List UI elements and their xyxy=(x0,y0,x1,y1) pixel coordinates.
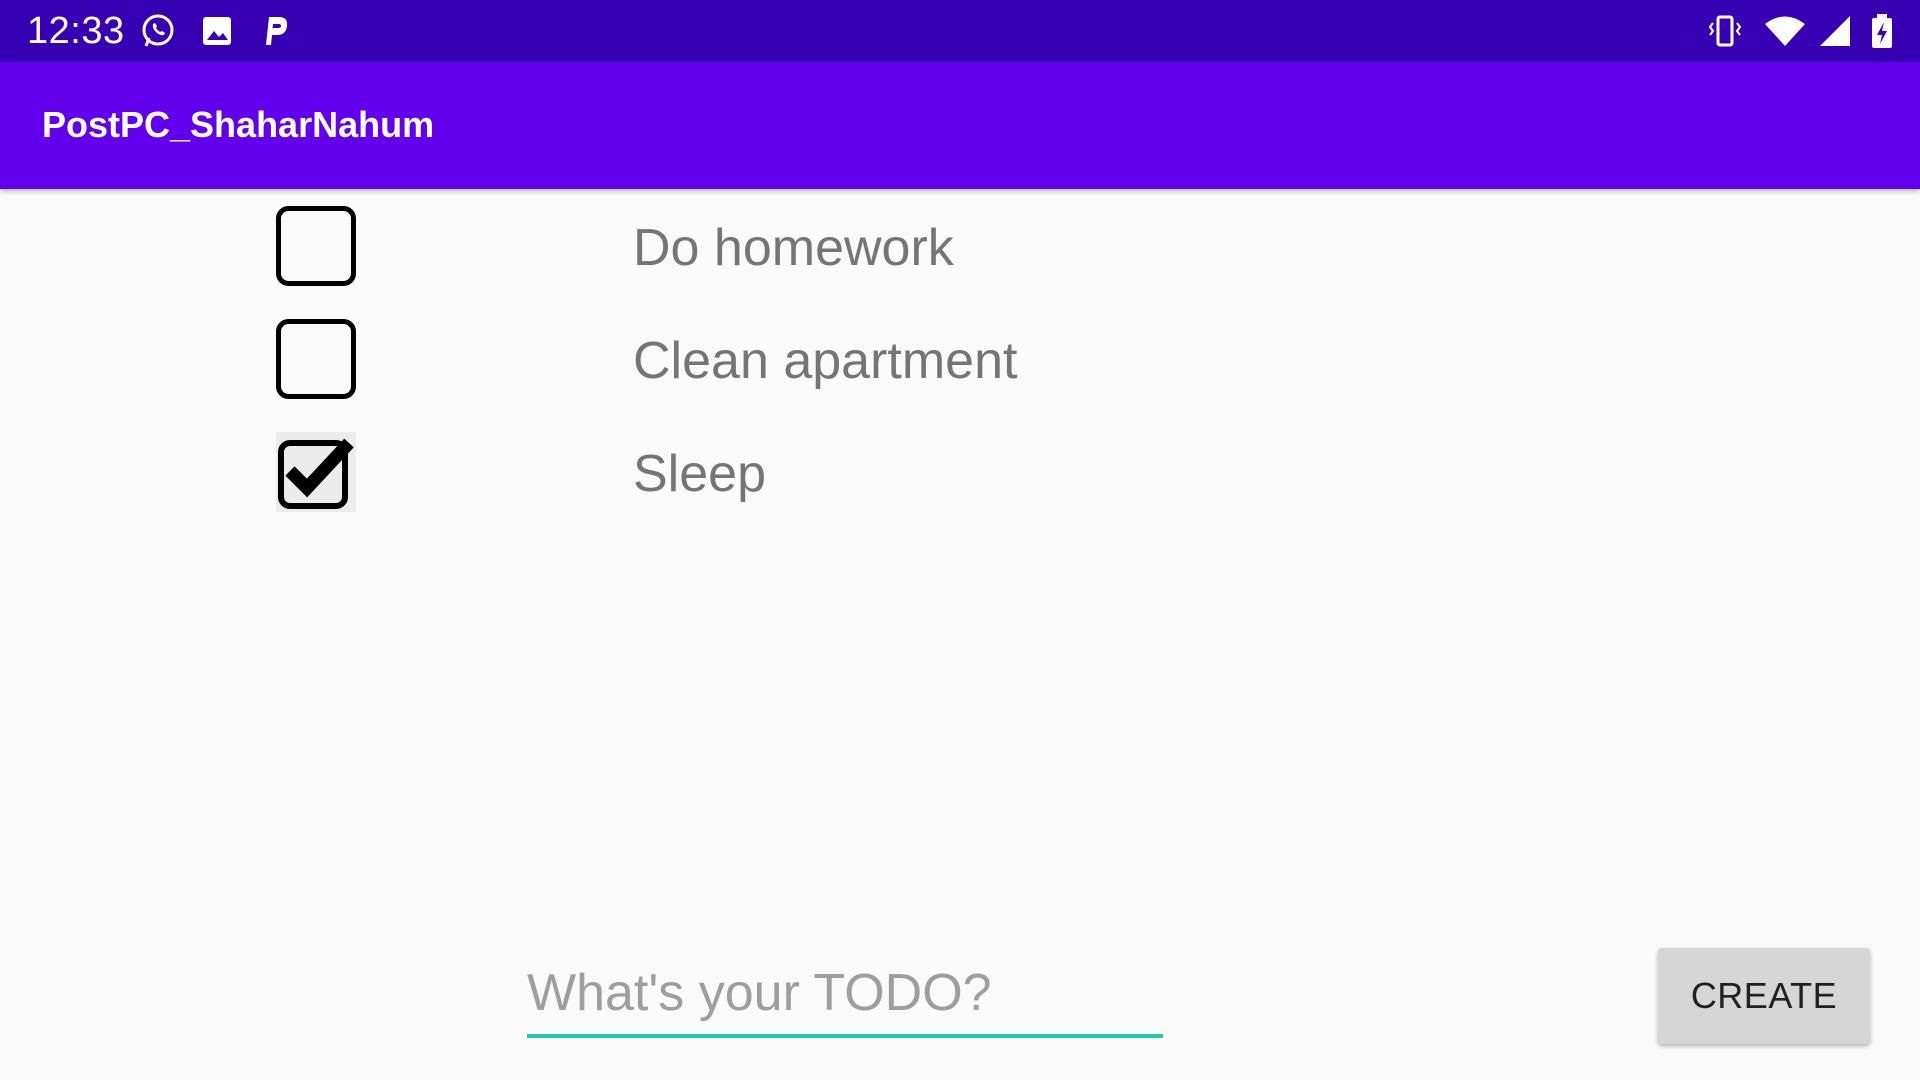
todo-item: Do homework xyxy=(0,190,1920,302)
parking-icon xyxy=(257,13,293,49)
status-time: 12:33 xyxy=(27,10,125,52)
cell-signal-icon xyxy=(1817,13,1853,49)
status-bar: 12:33 xyxy=(0,0,1920,62)
wifi-icon xyxy=(1764,13,1806,49)
create-button[interactable]: CREATE xyxy=(1658,948,1870,1044)
vibrate-icon xyxy=(1707,13,1743,49)
todo-item: Sleep xyxy=(0,416,1920,528)
todo-checkbox-checked[interactable] xyxy=(276,432,356,512)
todo-item: Clean apartment xyxy=(0,303,1920,415)
app-title: PostPC_ShaharNahum xyxy=(42,104,435,145)
whatsapp-icon xyxy=(140,13,176,49)
todo-text: Sleep xyxy=(633,445,766,503)
todo-checkbox-unchecked[interactable] xyxy=(276,319,356,399)
app-bar: PostPC_ShaharNahum xyxy=(0,62,1920,189)
gallery-icon xyxy=(199,13,235,49)
battery-charging-icon xyxy=(1868,13,1896,49)
todo-text: Do homework xyxy=(633,219,954,277)
todo-input[interactable] xyxy=(527,958,1163,1038)
todo-checkbox-unchecked[interactable] xyxy=(276,206,356,286)
todo-text: Clean apartment xyxy=(633,332,1018,390)
